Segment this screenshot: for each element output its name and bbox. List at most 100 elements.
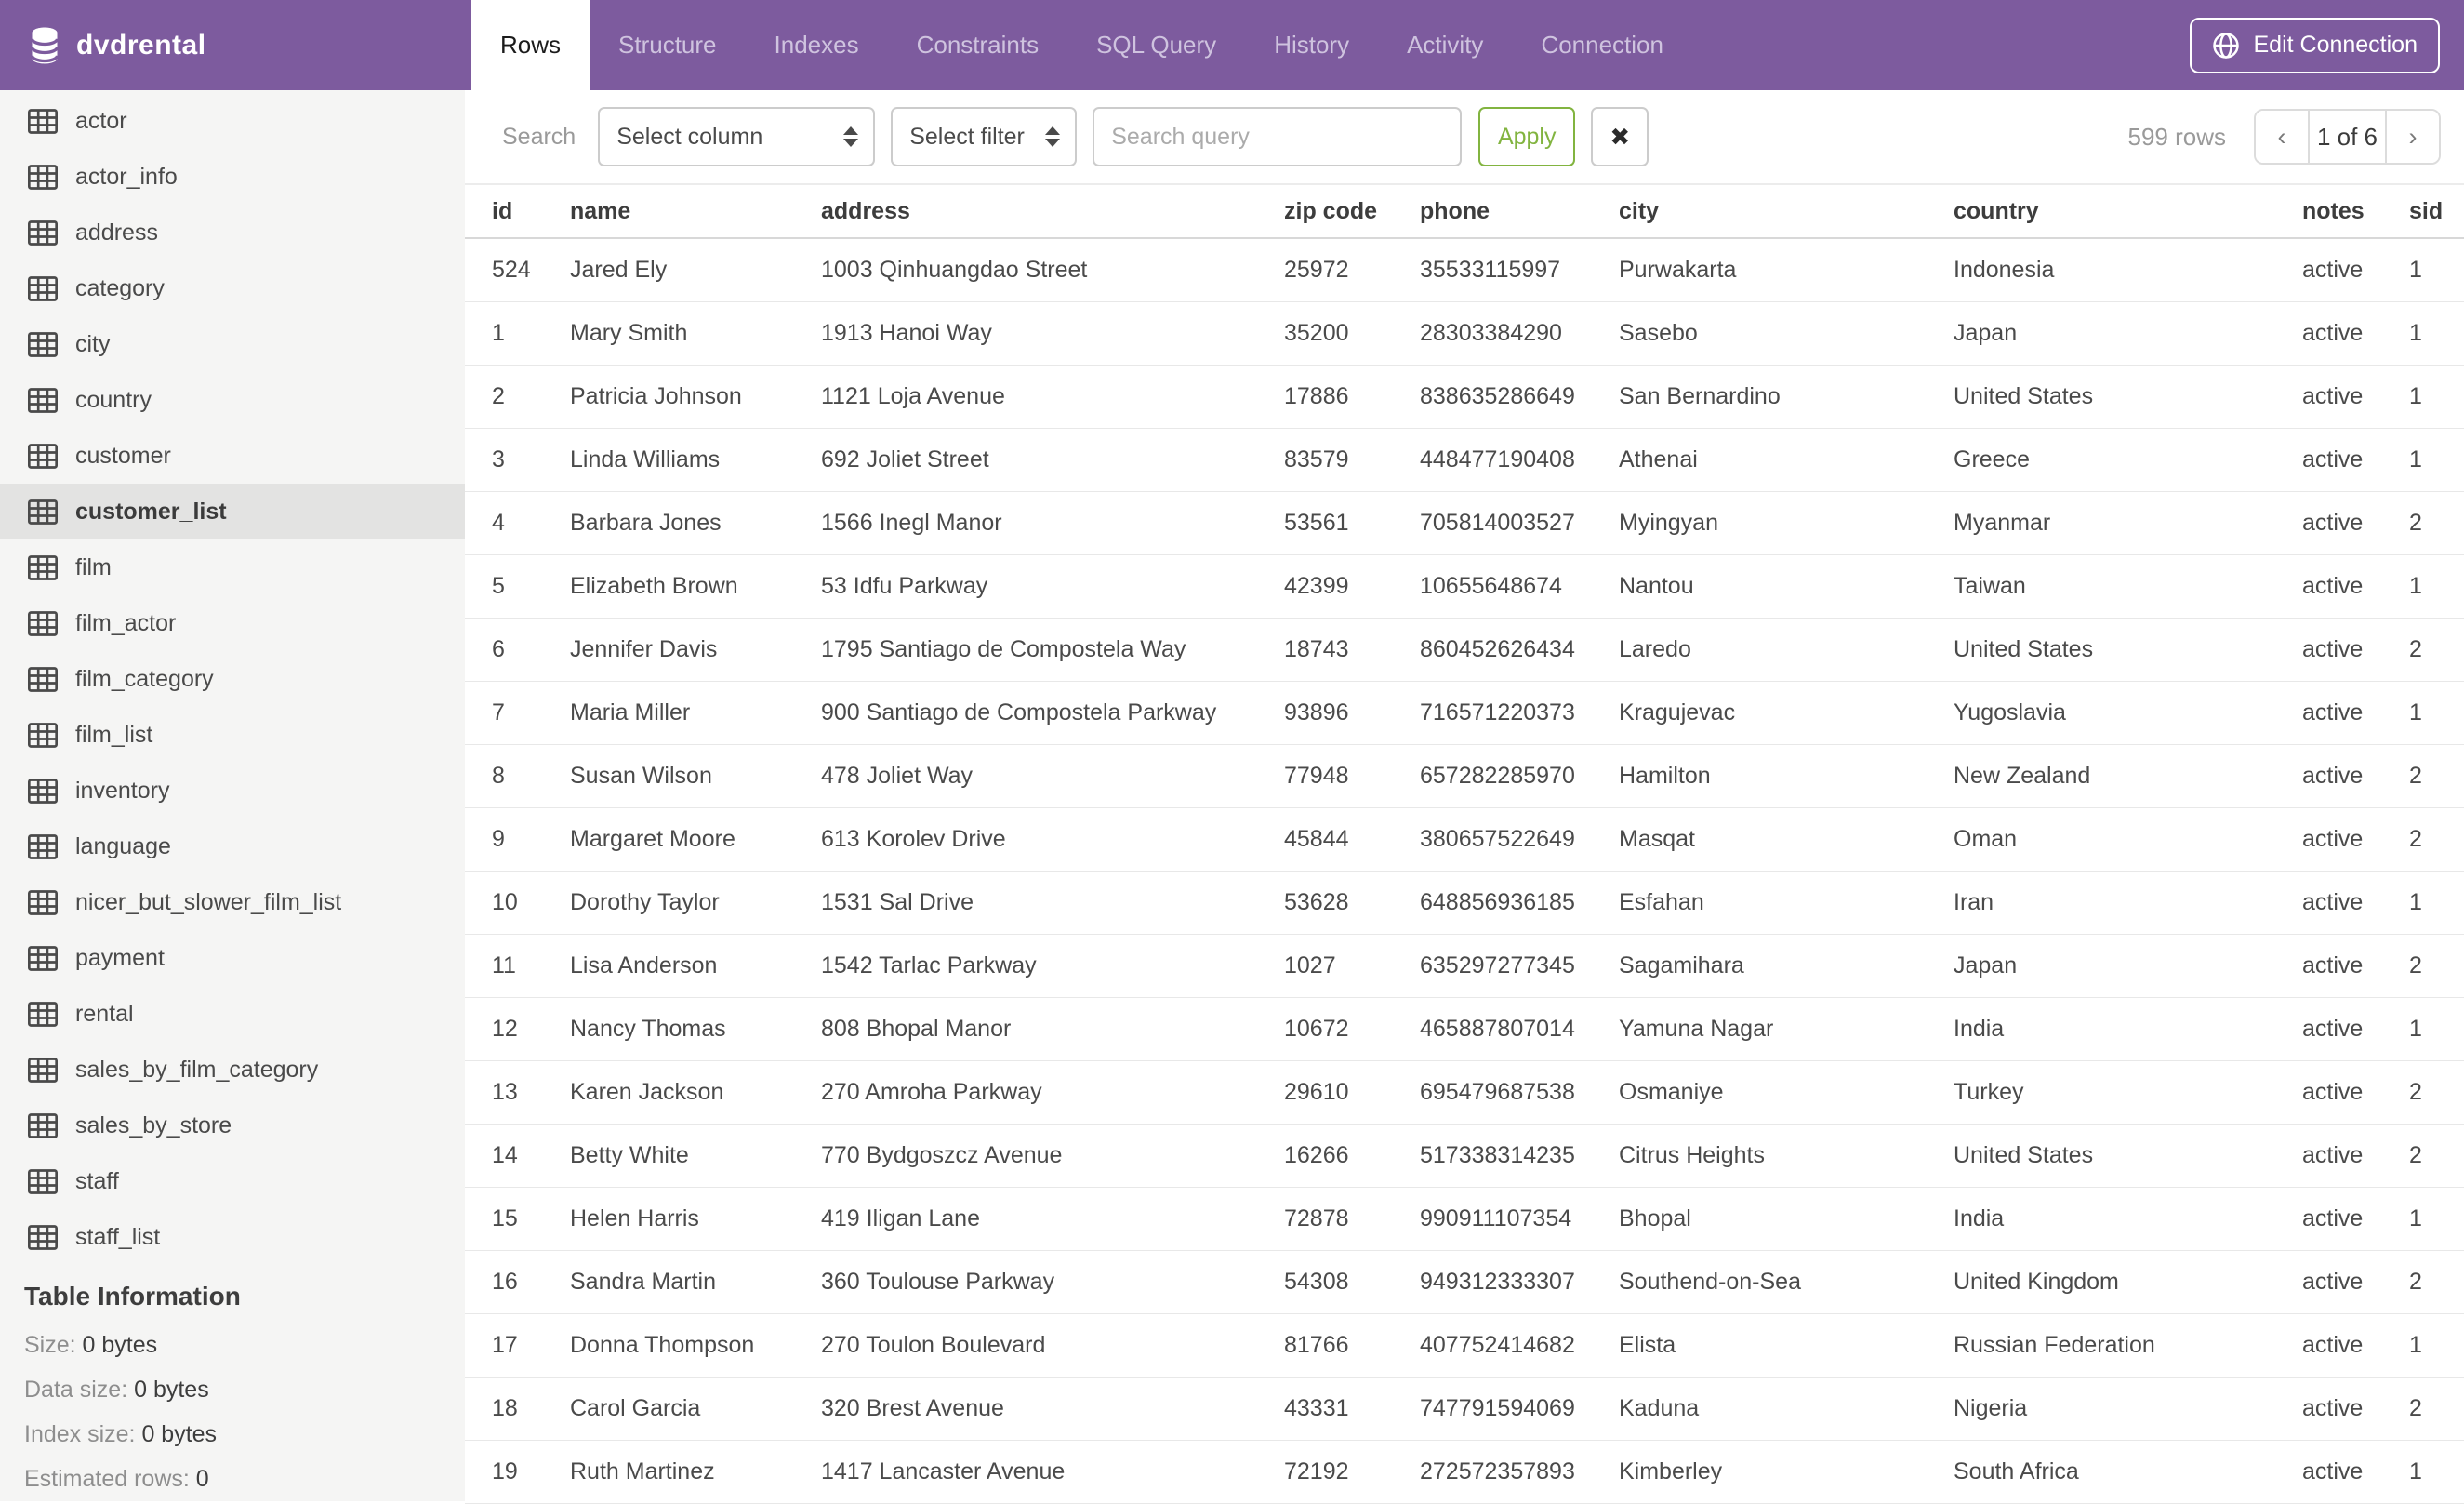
cell-phone[interactable]: 657282285970 — [1420, 744, 1619, 808]
cell-id[interactable]: 10 — [465, 871, 570, 935]
tab-constraints[interactable]: Constraints — [888, 0, 1068, 90]
cell-country[interactable]: Japan — [1954, 301, 2302, 366]
cell-address[interactable]: 900 Santiago de Compostela Parkway — [821, 681, 1284, 745]
table-row[interactable]: 9 Margaret Moore 613 Korolev Drive 45844 380… — [465, 807, 2464, 872]
table-row[interactable]: 8 Susan Wilson 478 Joliet Way 77948 65728228… — [465, 744, 2464, 808]
table-row[interactable]: 5 Elizabeth Brown 53 Idfu Parkway 42399 1065… — [465, 554, 2464, 619]
sidebar-item-rental[interactable]: rental — [0, 986, 465, 1042]
cell-zip-code[interactable]: 35200 — [1284, 301, 1420, 366]
cell-sid[interactable]: 2 — [2409, 1060, 2464, 1125]
cell-phone[interactable]: 838635286649 — [1420, 365, 1619, 429]
cell-phone[interactable]: 272572357893 — [1420, 1440, 1619, 1504]
table-row[interactable]: 524 Jared Ely 1003 Qinhuangdao Street 25972… — [465, 238, 2464, 302]
table-row[interactable]: 3 Linda Williams 692 Joliet Street 83579 448… — [465, 428, 2464, 492]
cell-city[interactable]: Laredo — [1619, 618, 1954, 682]
next-page-button[interactable]: › — [2387, 111, 2439, 163]
cell-zip-code[interactable]: 53628 — [1284, 871, 1420, 935]
cell-country[interactable]: United States — [1954, 618, 2302, 682]
sidebar-item-staff-list[interactable]: staff_list — [0, 1209, 465, 1265]
cell-id[interactable]: 6 — [465, 618, 570, 682]
cell-country[interactable]: Russian Federation — [1954, 1313, 2302, 1378]
cell-phone[interactable]: 747791594069 — [1420, 1377, 1619, 1441]
cell-name[interactable]: Susan Wilson — [570, 744, 821, 808]
cell-id[interactable]: 3 — [465, 428, 570, 492]
cell-notes[interactable]: active — [2302, 491, 2409, 555]
cell-phone[interactable]: 716571220373 — [1420, 681, 1619, 745]
cell-zip-code[interactable]: 45844 — [1284, 807, 1420, 872]
cell-name[interactable]: Jared Ely — [570, 238, 821, 302]
cell-notes[interactable]: active — [2302, 365, 2409, 429]
cell-country[interactable]: Japan — [1954, 934, 2302, 998]
cell-country[interactable]: United States — [1954, 1124, 2302, 1188]
cell-city[interactable]: Athenai — [1619, 428, 1954, 492]
cell-notes[interactable]: active — [2302, 997, 2409, 1061]
cell-city[interactable]: Sagamihara — [1619, 934, 1954, 998]
cell-address[interactable]: 360 Toulouse Parkway — [821, 1250, 1284, 1314]
cell-notes[interactable]: active — [2302, 681, 2409, 745]
cell-notes[interactable]: active — [2302, 1124, 2409, 1188]
table-row[interactable]: 18 Carol Garcia 320 Brest Avenue 43331 74779… — [465, 1377, 2464, 1441]
cell-sid[interactable]: 1 — [2409, 365, 2464, 429]
cell-notes[interactable]: active — [2302, 1377, 2409, 1441]
cell-phone[interactable]: 380657522649 — [1420, 807, 1619, 872]
cell-zip-code[interactable]: 43331 — [1284, 1377, 1420, 1441]
cell-country[interactable]: India — [1954, 997, 2302, 1061]
table-row[interactable]: 11 Lisa Anderson 1542 Tarlac Parkway 1027 63… — [465, 934, 2464, 998]
cell-notes[interactable]: active — [2302, 554, 2409, 619]
cell-name[interactable]: Donna Thompson — [570, 1313, 821, 1378]
cell-name[interactable]: Sandra Martin — [570, 1250, 821, 1314]
table-row[interactable]: 13 Karen Jackson 270 Amroha Parkway 29610 69… — [465, 1060, 2464, 1125]
cell-sid[interactable]: 1 — [2409, 871, 2464, 935]
cell-phone[interactable]: 10655648674 — [1420, 554, 1619, 619]
cell-country[interactable]: Indonesia — [1954, 238, 2302, 302]
cell-phone[interactable]: 695479687538 — [1420, 1060, 1619, 1125]
cell-city[interactable]: Myingyan — [1619, 491, 1954, 555]
cell-address[interactable]: 53 Idfu Parkway — [821, 554, 1284, 619]
cell-name[interactable]: Barbara Jones — [570, 491, 821, 555]
cell-phone[interactable]: 949312333307 — [1420, 1250, 1619, 1314]
cell-name[interactable]: Betty White — [570, 1124, 821, 1188]
table-row[interactable]: 14 Betty White 770 Bydgoszcz Avenue 16266 51… — [465, 1124, 2464, 1188]
sidebar-item-actor-info[interactable]: actor_info — [0, 149, 465, 205]
tab-sql-query[interactable]: SQL Query — [1067, 0, 1245, 90]
cell-country[interactable]: Nigeria — [1954, 1377, 2302, 1441]
cell-zip-code[interactable]: 16266 — [1284, 1124, 1420, 1188]
cell-notes[interactable]: active — [2302, 871, 2409, 935]
edit-connection-button[interactable]: Edit Connection — [2190, 17, 2440, 73]
cell-name[interactable]: Maria Miller — [570, 681, 821, 745]
cell-notes[interactable]: active — [2302, 1250, 2409, 1314]
sidebar-item-film-actor[interactable]: film_actor — [0, 595, 465, 651]
cell-country[interactable]: South Africa — [1954, 1440, 2302, 1504]
cell-id[interactable]: 11 — [465, 934, 570, 998]
cell-city[interactable]: Nantou — [1619, 554, 1954, 619]
cell-city[interactable]: Esfahan — [1619, 871, 1954, 935]
cell-name[interactable]: Mary Smith — [570, 301, 821, 366]
cell-id[interactable]: 524 — [465, 238, 570, 302]
cell-zip-code[interactable]: 54308 — [1284, 1250, 1420, 1314]
filter-select[interactable]: Select filter — [891, 107, 1078, 166]
cell-notes[interactable]: active — [2302, 428, 2409, 492]
cell-address[interactable]: 320 Brest Avenue — [821, 1377, 1284, 1441]
cell-city[interactable]: Osmaniye — [1619, 1060, 1954, 1125]
cell-phone[interactable]: 407752414682 — [1420, 1313, 1619, 1378]
cell-sid[interactable]: 2 — [2409, 618, 2464, 682]
cell-phone[interactable]: 705814003527 — [1420, 491, 1619, 555]
previous-page-button[interactable]: ‹ — [2256, 111, 2308, 163]
cell-zip-code[interactable]: 10672 — [1284, 997, 1420, 1061]
cell-id[interactable]: 2 — [465, 365, 570, 429]
cell-name[interactable]: Karen Jackson — [570, 1060, 821, 1125]
cell-city[interactable]: Southend-on-Sea — [1619, 1250, 1954, 1314]
tab-structure[interactable]: Structure — [590, 0, 746, 90]
cell-zip-code[interactable]: 42399 — [1284, 554, 1420, 619]
cell-city[interactable]: Sasebo — [1619, 301, 1954, 366]
cell-id[interactable]: 18 — [465, 1377, 570, 1441]
cell-country[interactable]: Turkey — [1954, 1060, 2302, 1125]
cell-country[interactable]: Myanmar — [1954, 491, 2302, 555]
cell-name[interactable]: Patricia Johnson — [570, 365, 821, 429]
cell-id[interactable]: 15 — [465, 1187, 570, 1251]
apply-button[interactable]: Apply — [1478, 107, 1576, 166]
cell-notes[interactable]: active — [2302, 1060, 2409, 1125]
sidebar-item-sales-by-store[interactable]: sales_by_store — [0, 1098, 465, 1153]
sidebar-item-city[interactable]: city — [0, 316, 465, 372]
cell-sid[interactable]: 1 — [2409, 301, 2464, 366]
